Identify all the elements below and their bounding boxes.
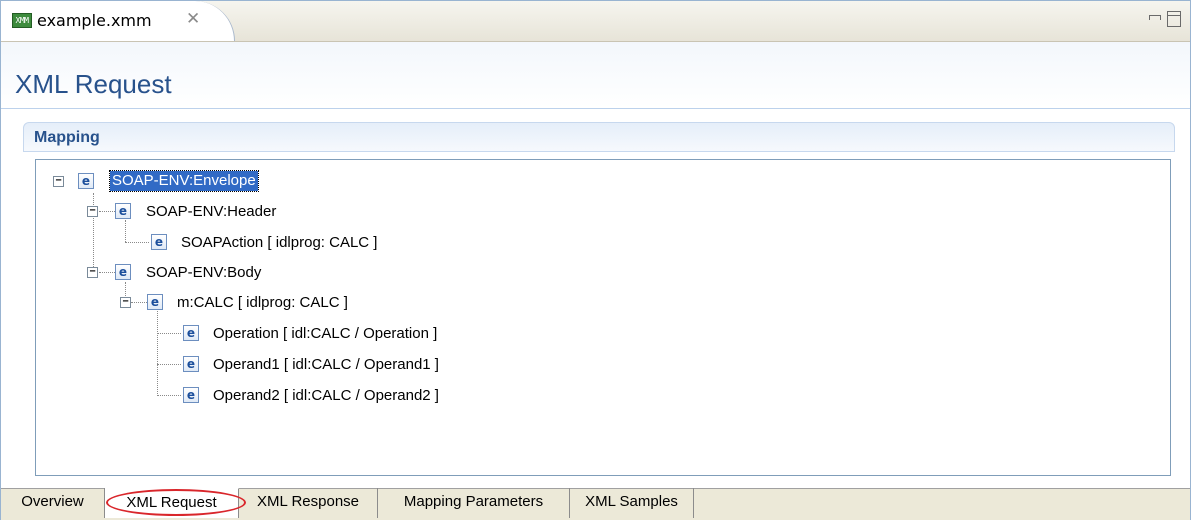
element-icon: e (147, 294, 163, 310)
minimize-icon[interactable] (1149, 15, 1161, 20)
maximize-icon[interactable] (1167, 11, 1181, 27)
tree-node-label: Operation [ idl:CALC / Operation ] (213, 325, 438, 342)
editor-tab-label: example.xmm (37, 11, 152, 30)
tree-node-operation[interactable]: e Operation [ idl:CALC / Operation ] (36, 323, 536, 345)
tab-xml-response[interactable]: XML Response (239, 488, 378, 518)
tree-node-operand2[interactable]: e Operand2 [ idl:CALC / Operand2 ] (36, 385, 536, 407)
tree-node-label: SOAP-ENV:Body (146, 264, 262, 281)
tree-node-envelope[interactable]: − e SOAP-ENV:Envelope (36, 170, 336, 192)
element-icon: e (183, 356, 199, 372)
tree-node-operand1[interactable]: e Operand1 [ idl:CALC / Operand1 ] (36, 354, 536, 376)
tab-mapping-parameters[interactable]: Mapping Parameters (378, 488, 570, 518)
tree-node-soapaction[interactable]: e SOAPAction [ idlprog: CALC ] (36, 232, 436, 254)
tree-node-header[interactable]: − e SOAP-ENV:Header (36, 201, 336, 223)
mapping-tree[interactable]: − e SOAP-ENV:Envelope − e SOAP-ENV:Heade… (35, 159, 1171, 476)
tree-node-m-calc[interactable]: − e m:CALC [ idlprog: CALC ] (36, 292, 436, 314)
editor-tab-example-xmm[interactable]: XMM example.xmm ✕ (1, 1, 235, 41)
form-header (1, 42, 1190, 108)
collapse-icon[interactable]: − (120, 297, 131, 308)
collapse-icon[interactable]: − (87, 267, 98, 278)
element-icon: e (183, 387, 199, 403)
tree-node-body[interactable]: − e SOAP-ENV:Body (36, 262, 336, 284)
form-title: XML Request (15, 69, 172, 99)
header-divider (1, 108, 1190, 109)
element-icon: e (183, 325, 199, 341)
tab-xml-samples[interactable]: XML Samples (570, 488, 694, 518)
tree-node-label: Operand2 [ idl:CALC / Operand2 ] (213, 387, 439, 404)
tree-node-label: SOAP-ENV:Header (146, 203, 277, 220)
tab-overview[interactable]: Overview (1, 488, 105, 518)
tree-node-label: Operand1 [ idl:CALC / Operand1 ] (213, 356, 439, 373)
element-icon: e (78, 173, 94, 189)
element-icon: e (115, 203, 131, 219)
tree-node-label: SOAP-ENV:Envelope (109, 170, 259, 192)
element-icon: e (115, 264, 131, 280)
tree-node-label: SOAPAction [ idlprog: CALC ] (181, 234, 378, 251)
close-icon[interactable]: ✕ (186, 9, 200, 29)
element-icon: e (151, 234, 167, 250)
mapping-section-header[interactable] (23, 122, 1175, 152)
collapse-icon[interactable]: − (53, 176, 64, 187)
tree-connector (157, 308, 158, 396)
tree-node-label: m:CALC [ idlprog: CALC ] (177, 294, 348, 311)
tab-xml-request[interactable]: XML Request (105, 488, 239, 518)
xml-file-icon: XMM (12, 13, 32, 28)
section-title: Mapping (34, 129, 100, 146)
collapse-icon[interactable]: − (87, 206, 98, 217)
editor-window: XMM example.xmm ✕ XML Request Mapping − … (0, 0, 1191, 520)
